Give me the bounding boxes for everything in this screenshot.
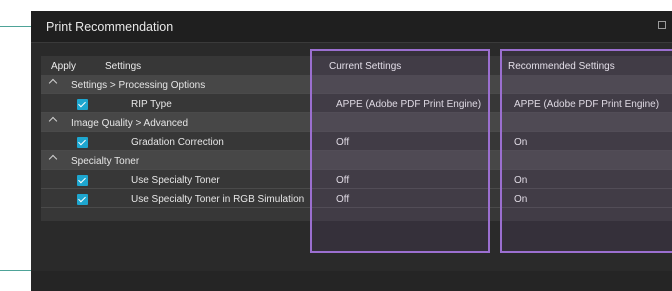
maximize-icon[interactable] [658,21,666,29]
window-title: Print Recommendation [46,19,174,34]
setting-name: Use Specialty Toner [131,175,220,186]
bottom-bar [31,271,672,291]
chevron-up-icon[interactable] [48,154,58,164]
apply-checkbox[interactable] [77,137,88,148]
group-label: Specialty Toner [71,156,140,167]
setting-name: RIP Type [131,99,172,110]
group-label: Image Quality > Advanced [71,118,189,129]
apply-checkbox[interactable] [77,99,88,110]
recommended-settings-highlight [500,49,672,253]
apply-checkbox[interactable] [77,175,88,186]
chevron-up-icon[interactable] [48,78,58,88]
header-apply: Apply [51,61,77,72]
current-settings-highlight [310,49,490,253]
apply-checkbox[interactable] [77,194,88,205]
callout-line-top [0,26,34,27]
setting-name: Use Specialty Toner in RGB Simulation [131,194,305,205]
print-recommendation-window: Print Recommendation Apply Settings Curr… [31,11,672,291]
title-bar: Print Recommendation [31,11,672,43]
chevron-up-icon[interactable] [48,116,58,126]
group-label: Settings > Processing Options [71,80,206,91]
setting-name: Gradation Correction [131,137,224,148]
header-settings: Settings [105,61,142,72]
